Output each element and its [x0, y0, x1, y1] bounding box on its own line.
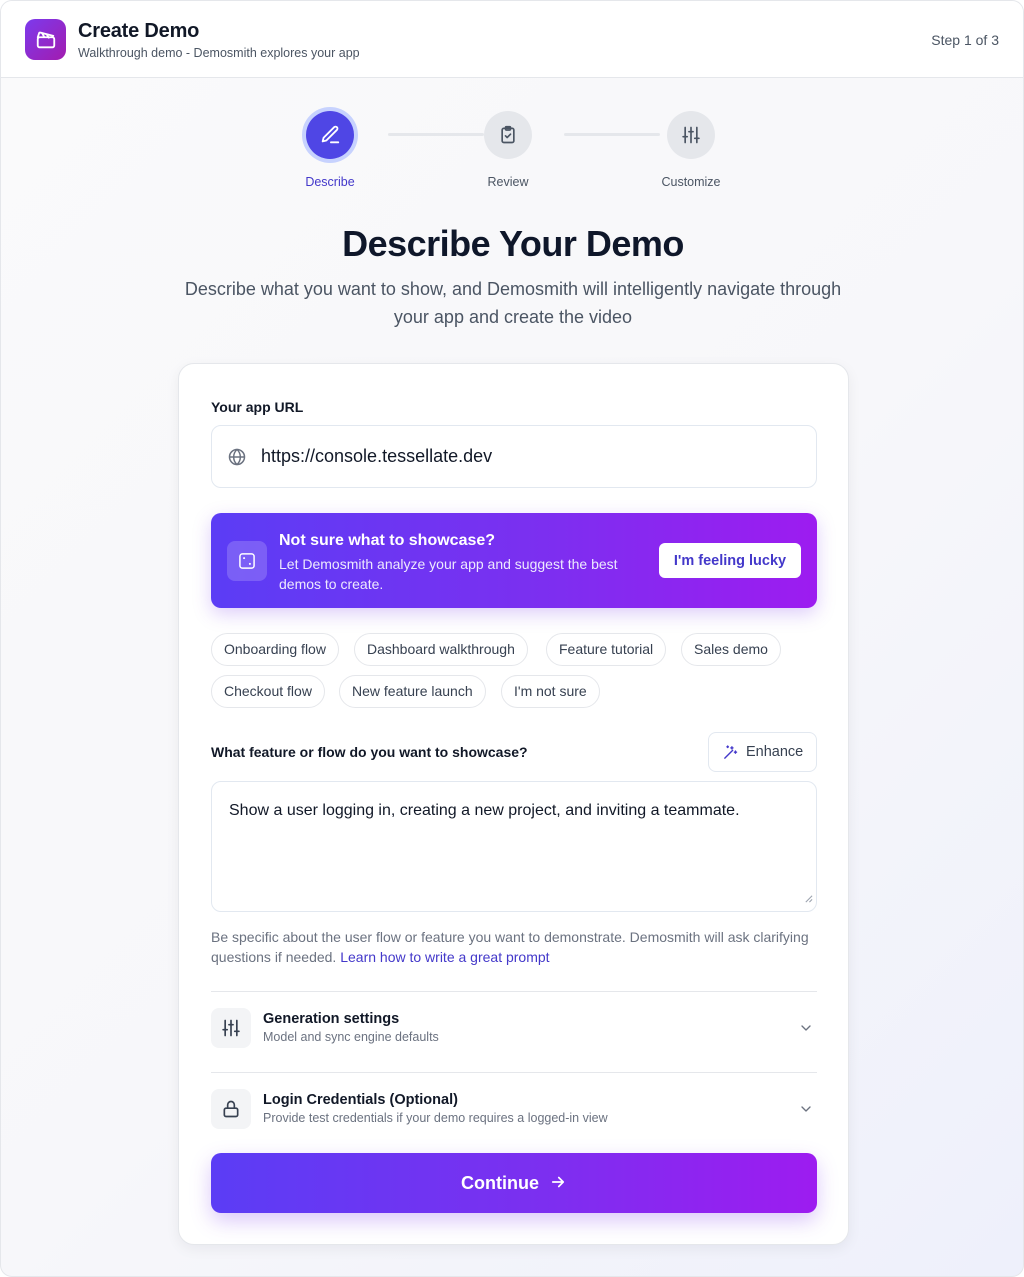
clipboard-check-icon — [484, 111, 532, 159]
feeling-lucky-button[interactable]: I'm feeling lucky — [659, 543, 801, 578]
section-title: Describe Your Demo — [342, 223, 684, 264]
feature-textarea[interactable]: Show a user logging in, creating a new p… — [211, 781, 817, 912]
clapperboard-icon — [25, 19, 66, 60]
helper-text: Be specific about the user flow or featu… — [211, 927, 817, 967]
url-value: https://console.tessellate.dev — [261, 446, 493, 466]
globe-icon — [227, 447, 247, 472]
url-input[interactable]: https://console.tessellate.dev — [211, 425, 817, 488]
feature-value: Show a user logging in, creating a new p… — [229, 802, 740, 819]
demo-form-card: Your app URL https://console.tessellate.… — [178, 363, 849, 1245]
suggestion-chip[interactable]: New feature launch — [339, 675, 486, 708]
accordion-title: Login Credentials (Optional) — [263, 1092, 458, 1108]
url-label: Your app URL — [211, 399, 304, 415]
step-label: Customize — [661, 175, 721, 189]
magic-wand-icon — [722, 744, 739, 766]
suggestion-chip[interactable]: Sales demo — [681, 633, 781, 666]
pencil-icon — [306, 111, 354, 159]
step-describe[interactable]: Describe — [270, 111, 390, 189]
continue-button[interactable]: Continue — [211, 1153, 817, 1213]
continue-label: Continue — [461, 1172, 539, 1193]
header: Create Demo Walkthrough demo - Demosmith… — [1, 1, 1023, 78]
dice-icon — [227, 541, 267, 581]
step-review[interactable]: Review — [448, 111, 568, 189]
sliders-icon — [667, 111, 715, 159]
suggestion-chip[interactable]: Onboarding flow — [211, 633, 339, 666]
lucky-description: Let Demosmith analyze your app and sugge… — [279, 556, 618, 592]
step-customize[interactable]: Customize — [631, 111, 751, 189]
section-description: Describe what you want to show, and Demo… — [184, 279, 842, 327]
lock-icon — [211, 1089, 251, 1129]
app-window: Create Demo Walkthrough demo - Demosmith… — [0, 0, 1024, 1277]
accordion-subtitle: Provide test credentials if your demo re… — [263, 1111, 608, 1125]
chevron-down-icon — [798, 1101, 814, 1122]
suggestion-chip[interactable]: Feature tutorial — [546, 633, 667, 666]
feature-label: What feature or flow do you want to show… — [211, 744, 528, 760]
step-label: Describe — [305, 175, 355, 189]
enhance-label: Enhance — [746, 744, 804, 760]
lucky-title: Not sure what to showcase? — [279, 532, 496, 549]
suggestion-chip[interactable]: Checkout flow — [211, 675, 325, 708]
page-subtitle: Walkthrough demo - Demosmith explores yo… — [78, 46, 360, 60]
prompt-guide-link[interactable]: Learn how to write a great prompt — [340, 949, 549, 965]
divider — [211, 1072, 817, 1073]
suggestion-chip[interactable]: Dashboard walkthrough — [354, 633, 528, 666]
step-label: Review — [487, 175, 529, 189]
accordion-title: Generation settings — [263, 1011, 400, 1027]
resize-handle-icon[interactable] — [804, 890, 813, 908]
chevron-down-icon — [798, 1020, 814, 1041]
page-title: Create Demo — [78, 20, 200, 42]
enhance-button[interactable]: Enhance — [708, 732, 817, 772]
lucky-banner: Not sure what to showcase? Let Demosmith… — [211, 513, 817, 608]
suggestion-chip[interactable]: I'm not sure — [501, 675, 600, 708]
sliders-icon — [211, 1008, 251, 1048]
accordion-subtitle: Model and sync engine defaults — [263, 1030, 439, 1044]
arrow-right-icon — [549, 1173, 567, 1194]
divider — [211, 991, 817, 992]
step-indicator: Step 1 of 3 — [931, 32, 999, 48]
